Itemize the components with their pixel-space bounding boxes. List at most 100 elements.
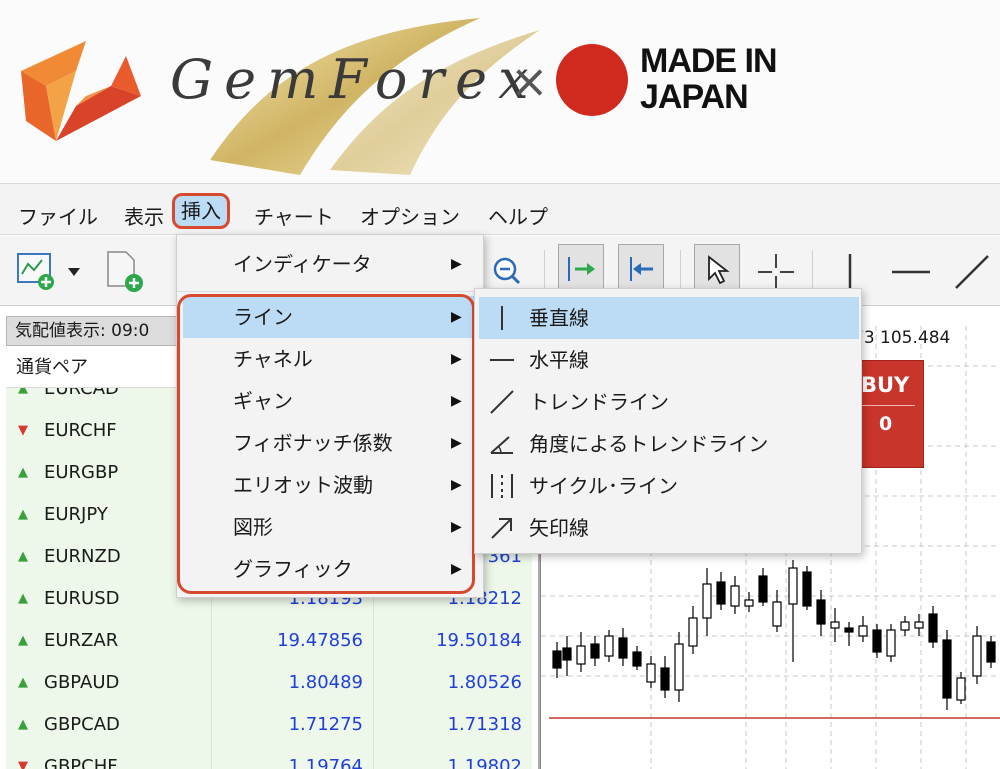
cursor-button[interactable]: [694, 244, 740, 294]
arrow-down-icon: ▼: [18, 759, 28, 769]
bid-price: 1.19764: [288, 756, 363, 769]
chart-price-info: 73 105.484: [853, 328, 951, 348]
vertical-line-icon: [501, 306, 503, 330]
table-row[interactable]: ▼ GBPCHF 1.19764 1.19802: [6, 746, 532, 769]
submenu-arrow-icon: ▶: [451, 256, 462, 272]
menu-chart[interactable]: チャート: [254, 201, 334, 230]
symbol-name: GBPCHF: [44, 756, 118, 769]
cycle-lines-icon: [491, 474, 513, 498]
menu-item-label: 角度によるトレンドライン: [529, 432, 769, 456]
menu-item-indicators[interactable]: インディケータ ▶: [177, 243, 483, 285]
times-sign: ×: [510, 54, 549, 108]
arrow-up-icon: ▲: [18, 507, 28, 522]
symbol-name: EURCAD: [44, 388, 119, 399]
menu-options[interactable]: オプション: [360, 201, 460, 230]
symbol-name: GBPCAD: [44, 714, 120, 735]
table-row[interactable]: ▲ GBPCAD 1.71275 1.71318: [6, 704, 532, 746]
ask-price: 1.80526: [447, 672, 522, 693]
symbol-cell: ▲ EURZAR: [6, 620, 212, 662]
bid-price: 19.47856: [277, 630, 363, 651]
arrow-up-icon: ▲: [18, 549, 28, 564]
angle-trendline-icon: [490, 436, 513, 454]
arrow-up-icon: ▲: [18, 591, 28, 606]
made-in-japan-label: MADE IN JAPAN: [640, 42, 778, 116]
arrow-down-icon: ▼: [18, 423, 28, 438]
made-in-line-1: MADE IN: [640, 42, 778, 80]
auto-scroll-icon: [568, 257, 595, 281]
arrow-up-icon: ▲: [18, 465, 28, 480]
ask-price: 1.71318: [447, 714, 522, 735]
chart-shift-button[interactable]: [618, 244, 664, 294]
toolbar-separator: [680, 250, 681, 292]
made-in-line-2: JAPAN: [640, 78, 749, 116]
buy-value: 0: [879, 413, 893, 435]
horizontal-line-icon: [490, 359, 514, 361]
crosshair-icon[interactable]: [756, 252, 796, 292]
symbol-name: GBPAUD: [44, 672, 120, 693]
menu-item-angle-trendline[interactable]: 角度によるトレンドライン: [475, 423, 861, 465]
bid-cell: 1.71275: [212, 704, 374, 746]
ask-price: 1.19802: [447, 756, 522, 769]
menu-item-label: サイクル･ライン: [529, 474, 678, 498]
arrow-up-icon: ▲: [18, 388, 28, 396]
menu-item-horizontal-line[interactable]: 水平線: [475, 339, 861, 381]
chart-shift-icon: [630, 257, 653, 281]
brand-banner: GemForex × MADE IN JAPAN: [0, 0, 1000, 183]
new-chart-icon[interactable]: [16, 252, 60, 292]
brand-name: GemForex: [170, 48, 540, 111]
table-row[interactable]: ▲ EURZAR 19.47856 19.50184: [6, 620, 532, 662]
arrow-up-icon: ▲: [18, 633, 28, 648]
menu-help[interactable]: ヘルプ: [488, 201, 548, 230]
menu-item-label: インディケータ: [233, 252, 372, 276]
new-profile-icon[interactable]: [104, 250, 146, 294]
zoom-out-icon[interactable]: [492, 256, 522, 286]
gemforex-logo-icon: [21, 41, 141, 141]
ask-cell: 1.19802: [374, 746, 532, 769]
menu-insert[interactable]: 挿入: [172, 193, 230, 229]
menu-item-label: トレンドライン: [529, 390, 669, 414]
ask-cell: 1.80526: [374, 662, 532, 704]
menu-item-label: 矢印線: [529, 516, 589, 540]
ask-cell: 1.71318: [374, 704, 532, 746]
trendline-icon: [490, 390, 514, 414]
bid-cell: 1.19764: [212, 746, 374, 769]
symbol-name: EURUSD: [44, 588, 120, 609]
symbol-name: EURGBP: [44, 462, 119, 483]
highlight-box-objects: [177, 294, 475, 594]
menu-view[interactable]: 表示: [124, 201, 164, 230]
japan-flag-icon: [556, 44, 628, 116]
menu-bar: ファイル 表示 挿入 チャート オプション ヘルプ: [0, 183, 1000, 235]
arrow-up-icon: ▲: [18, 717, 28, 732]
arrow-line-icon: [491, 518, 512, 539]
menu-divider: [177, 291, 483, 292]
menu-item-label: 水平線: [529, 348, 589, 372]
toolbar-separator: [544, 250, 545, 292]
auto-scroll-button[interactable]: [558, 244, 604, 294]
dropdown-arrow-icon[interactable]: [66, 266, 82, 278]
symbol-cell: ▲ GBPCAD: [6, 704, 212, 746]
symbol-cell: ▼ GBPCHF: [6, 746, 212, 769]
bid-price: 1.71275: [288, 714, 363, 735]
symbol-name: EURNZD: [44, 546, 121, 567]
symbol-cell: ▲ GBPAUD: [6, 662, 212, 704]
line-submenu: 垂直線 水平線 トレンドライン 角度によるトレンドライン サイクル･ライン 矢印…: [474, 288, 862, 554]
menu-item-label: 垂直線: [529, 306, 589, 330]
menu-item-trendline[interactable]: トレンドライン: [475, 381, 861, 423]
menu-item-cycle-lines[interactable]: サイクル･ライン: [475, 465, 861, 507]
arrow-up-icon: ▲: [18, 675, 28, 690]
vertical-line-icon[interactable]: [842, 252, 858, 292]
table-row[interactable]: ▲ GBPAUD 1.80489 1.80526: [6, 662, 532, 704]
menu-item-vertical-line[interactable]: 垂直線: [479, 297, 859, 339]
toolbar-separator: [812, 250, 813, 292]
menu-item-arrow-line[interactable]: 矢印線: [475, 507, 861, 549]
horizontal-line-icon[interactable]: [890, 268, 932, 276]
symbol-name: EURCHF: [44, 420, 117, 441]
bid-cell: 19.47856: [212, 620, 374, 662]
buy-button-label[interactable]: BUY: [861, 373, 909, 397]
ask-price: 19.50184: [436, 630, 522, 651]
trendline-icon[interactable]: [952, 252, 992, 292]
symbol-name: EURJPY: [44, 504, 108, 525]
bid-cell: 1.80489: [212, 662, 374, 704]
cursor-icon: [708, 255, 730, 285]
menu-file[interactable]: ファイル: [18, 201, 98, 230]
